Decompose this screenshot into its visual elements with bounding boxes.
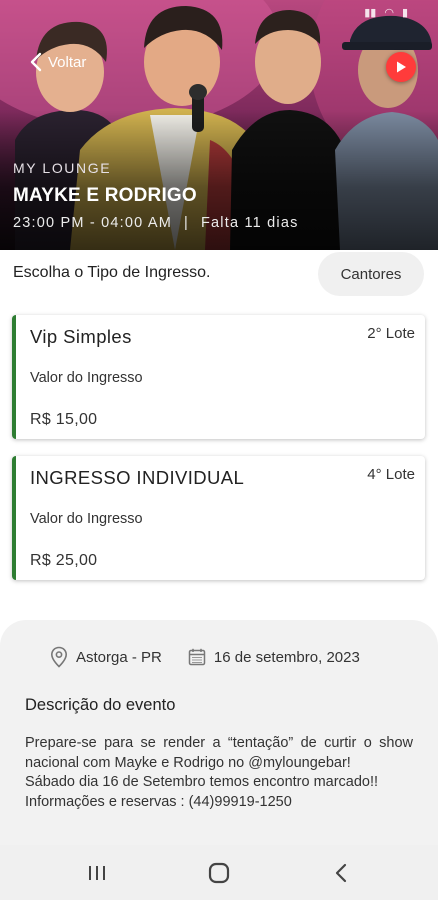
- ticket-lot: 4° Lote: [367, 466, 415, 483]
- system-navigation-bar: [0, 845, 438, 900]
- event-banner: ▮▮ ◠ ▮ Voltar MY LOUNGE MAYKE E RODRIGO …: [0, 0, 438, 250]
- singers-button[interactable]: Cantores: [318, 252, 424, 296]
- calendar-icon: [188, 648, 206, 666]
- event-location: Astorga - PR: [76, 648, 162, 666]
- description-line: Sábado dia 16 de Setembro temos encontro…: [25, 774, 379, 790]
- ticket-lot: 2° Lote: [367, 325, 415, 342]
- location-pin-icon: [50, 646, 68, 668]
- ticket-name: INGRESSO INDIVIDUAL: [30, 467, 245, 488]
- ticket-option-ingresso-individual[interactable]: INGRESSO INDIVIDUAL 4° Lote Valor do Ing…: [12, 456, 425, 580]
- event-location-date: Astorga - PR 16 de setembro, 2023: [50, 646, 360, 668]
- ticket-price-label: Valor do Ingresso: [30, 511, 143, 527]
- system-back-button[interactable]: [321, 855, 361, 891]
- home-icon: [208, 862, 230, 884]
- status-bar: ▮▮ ◠ ▮: [364, 6, 408, 19]
- ticket-price-label: Valor do Ingresso: [30, 370, 143, 386]
- play-icon: [397, 61, 406, 73]
- chevron-left-icon: [30, 52, 42, 72]
- recents-button[interactable]: [77, 855, 117, 891]
- back-button[interactable]: Voltar: [30, 52, 86, 72]
- event-meta: 23:00 PM - 04:00 AM | Falta 11 dias: [13, 215, 299, 231]
- event-title: MAYKE E RODRIGO: [13, 185, 197, 206]
- ticket-option-vip-simples[interactable]: Vip Simples 2° Lote Valor do Ingresso R$…: [12, 315, 425, 439]
- event-time: 23:00 PM - 04:00 AM: [13, 215, 173, 231]
- signal-icon: ▮▮: [364, 7, 377, 19]
- recents-icon: [89, 866, 105, 880]
- wifi-icon: ◠: [384, 7, 394, 19]
- ticket-price: R$ 25,00: [30, 552, 98, 569]
- ticket-price: R$ 15,00: [30, 411, 98, 428]
- home-button[interactable]: [199, 855, 239, 891]
- ticket-name: Vip Simples: [30, 326, 132, 347]
- event-date: 16 de setembro, 2023: [213, 648, 360, 666]
- description-line: Informações e reservas : (44)99919-1250: [25, 793, 292, 810]
- description-title: Descrição do evento: [25, 696, 176, 714]
- back-label: Voltar: [48, 53, 87, 71]
- battery-icon: ▮: [401, 7, 408, 19]
- meta-divider: |: [184, 215, 189, 231]
- event-countdown: Falta 11 dias: [200, 215, 299, 231]
- back-icon: [335, 863, 347, 883]
- venue-name: MY LOUNGE: [13, 160, 112, 176]
- ticket-type-prompt: Escolha o Tipo de Ingresso.: [13, 264, 211, 281]
- play-video-button[interactable]: [386, 52, 416, 82]
- description-line: Prepare-se para se render a “tentação” d…: [25, 735, 413, 771]
- event-description: Prepare-se para se render a “tentação” d…: [25, 734, 413, 844]
